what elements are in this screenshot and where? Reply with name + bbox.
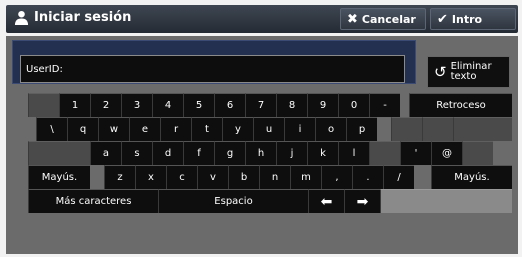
key-9[interactable]: 9 xyxy=(307,93,338,117)
key-1[interactable]: 1 xyxy=(59,93,90,117)
key-f[interactable]: f xyxy=(183,141,214,165)
blank-key xyxy=(422,117,453,141)
userid-label: UserID: xyxy=(26,64,63,75)
enter-button[interactable]: ✔ Intro xyxy=(430,8,516,30)
checkmark-icon: ✔ xyxy=(437,11,448,27)
enter-label: Intro xyxy=(451,12,483,26)
key-k[interactable]: k xyxy=(307,141,338,165)
key-o[interactable]: o xyxy=(315,117,346,141)
key-4[interactable]: 4 xyxy=(152,93,183,117)
space-key[interactable]: Espacio xyxy=(158,189,308,213)
close-icon: ✖ xyxy=(347,11,358,27)
key-q[interactable]: q xyxy=(67,117,98,141)
blank-key xyxy=(462,141,493,165)
delete-text-button[interactable]: ↺ Eliminar texto xyxy=(427,56,510,88)
key-s[interactable]: s xyxy=(121,141,152,165)
arrow-right-key[interactable]: ➡ xyxy=(344,189,380,213)
key-d[interactable]: d xyxy=(152,141,183,165)
blank-key xyxy=(391,117,422,141)
key-x[interactable]: x xyxy=(135,165,166,189)
key-a[interactable]: a xyxy=(90,141,121,165)
key-b[interactable]: b xyxy=(228,165,259,189)
userid-input[interactable]: UserID: xyxy=(20,55,405,83)
key-r[interactable]: r xyxy=(160,117,191,141)
login-screen: Iniciar sesión ✖ Cancelar ✔ Intro UserID… xyxy=(0,0,522,257)
shift-key-right[interactable]: Mayús. xyxy=(431,165,512,189)
key-at[interactable]: @ xyxy=(431,141,462,165)
key-h[interactable]: h xyxy=(245,141,276,165)
key-c[interactable]: c xyxy=(166,165,197,189)
blank-key xyxy=(28,93,59,117)
blank-key xyxy=(369,141,400,165)
key-n[interactable]: n xyxy=(259,165,290,189)
blank-key xyxy=(28,141,90,165)
key-6[interactable]: 6 xyxy=(214,93,245,117)
key-7[interactable]: 7 xyxy=(245,93,276,117)
page-title-text: Iniciar sesión xyxy=(34,10,132,25)
key-g[interactable]: g xyxy=(214,141,245,165)
key-j[interactable]: j xyxy=(276,141,307,165)
arrow-left-key[interactable]: ⬅ xyxy=(308,189,344,213)
key-8[interactable]: 8 xyxy=(276,93,307,117)
key-y[interactable]: y xyxy=(222,117,253,141)
title-bar: Iniciar sesión ✖ Cancelar ✔ Intro xyxy=(6,5,518,33)
page-title: Iniciar sesión xyxy=(14,10,131,25)
undo-icon: ↺ xyxy=(434,63,447,81)
blank-key xyxy=(453,117,512,141)
blank-key xyxy=(380,189,512,213)
key-m[interactable]: m xyxy=(290,165,321,189)
key-p[interactable]: p xyxy=(346,117,377,141)
cancel-label: Cancelar xyxy=(361,12,416,26)
more-characters-key[interactable]: Más caracteres xyxy=(28,189,158,213)
key-e[interactable]: e xyxy=(129,117,160,141)
key-t[interactable]: t xyxy=(191,117,222,141)
key-v[interactable]: v xyxy=(197,165,228,189)
key-u[interactable]: u xyxy=(253,117,284,141)
key-z[interactable]: z xyxy=(104,165,135,189)
key-slash[interactable]: / xyxy=(383,165,414,189)
user-icon xyxy=(14,10,29,25)
backspace-key[interactable]: Retroceso xyxy=(409,93,512,117)
key-i[interactable]: i xyxy=(284,117,315,141)
key-comma[interactable]: , xyxy=(321,165,352,189)
userid-field-frame: UserID: xyxy=(12,40,416,84)
key-w[interactable]: w xyxy=(98,117,129,141)
key-backslash[interactable]: \ xyxy=(36,117,67,141)
shift-key-left[interactable]: Mayús. xyxy=(28,165,90,189)
delete-label-line2: texto xyxy=(450,71,477,82)
cancel-button[interactable]: ✖ Cancelar xyxy=(340,8,426,30)
key-period[interactable]: . xyxy=(352,165,383,189)
key-5[interactable]: 5 xyxy=(183,93,214,117)
keyboard-panel: UserID: ↺ Eliminar texto 1 2 3 4 5 6 7 8 9 0- Retr… xyxy=(6,36,518,254)
key-apostrophe[interactable]: ' xyxy=(400,141,431,165)
key-minus[interactable]: - xyxy=(369,93,400,117)
key-l[interactable]: l xyxy=(338,141,369,165)
key-3[interactable]: 3 xyxy=(121,93,152,117)
key-2[interactable]: 2 xyxy=(90,93,121,117)
key-0[interactable]: 0 xyxy=(338,93,369,117)
